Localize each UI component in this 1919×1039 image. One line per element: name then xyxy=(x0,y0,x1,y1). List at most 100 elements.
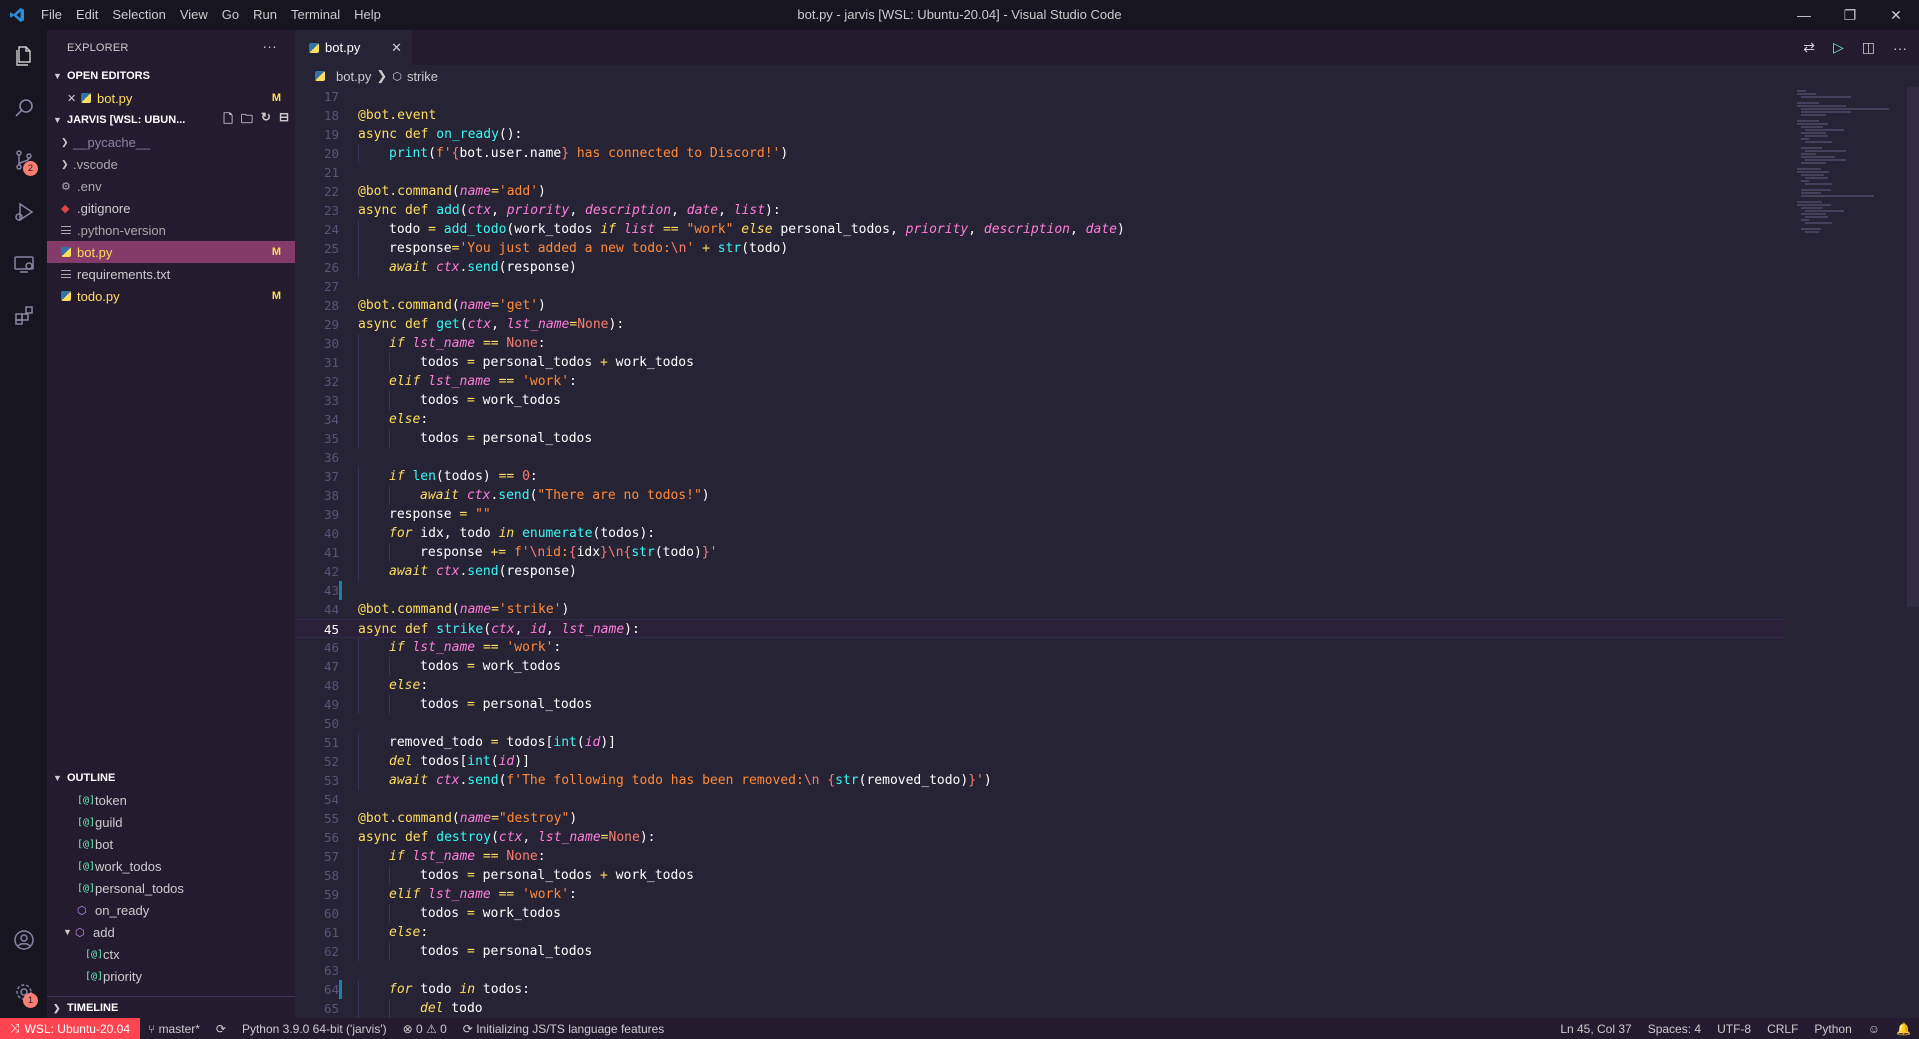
run-debug-icon[interactable] xyxy=(0,186,47,238)
code-line[interactable]: 19 async def on_ready(): xyxy=(295,125,1785,144)
code-line[interactable]: 58 todos = personal_todos + work_todos xyxy=(295,866,1785,885)
code-line[interactable]: 21 xyxy=(295,163,1785,182)
menu-file[interactable]: File xyxy=(34,0,69,30)
code-line[interactable]: 63 xyxy=(295,961,1785,980)
outline-item-bot[interactable]: [@] bot xyxy=(47,833,295,855)
code-line[interactable]: 43 xyxy=(295,581,1785,600)
notifications-icon[interactable]: 🔔 xyxy=(1888,1022,1919,1036)
code-line[interactable]: 47 todos = work_todos xyxy=(295,657,1785,676)
code-line[interactable]: 20 print(f'{bot.user.name} has connected … xyxy=(295,144,1785,163)
code-line[interactable]: 41 response += f'\nid:{idx}\n{str(todo)}' xyxy=(295,543,1785,562)
refresh-icon[interactable]: ↻ xyxy=(261,110,271,131)
code-line[interactable]: 35 todos = personal_todos xyxy=(295,429,1785,448)
code-line[interactable]: 18 @bot.event xyxy=(295,106,1785,125)
close-tab-icon[interactable]: ✕ xyxy=(391,40,402,56)
code-line[interactable]: 53 await ctx.send(f'The following todo ha… xyxy=(295,771,1785,790)
remote-explorer-icon[interactable] xyxy=(0,238,47,290)
outline-item-on-ready[interactable]: ⬡ on_ready xyxy=(47,899,295,921)
tab-bot-py[interactable]: bot.py ✕ xyxy=(295,30,412,65)
sync-icon[interactable]: ⟳ xyxy=(208,1022,234,1036)
code-line[interactable]: 65 del todo xyxy=(295,999,1785,1018)
accounts-icon[interactable] xyxy=(0,914,47,966)
tree-item-vscode[interactable]: ❯ .vscode xyxy=(47,153,295,175)
code-line[interactable]: 36 xyxy=(295,448,1785,467)
tree-item-requirements[interactable]: requirements.txt xyxy=(47,263,295,285)
close-icon[interactable]: ✕ xyxy=(67,92,81,105)
code-line[interactable]: 31 todos = personal_todos + work_todos xyxy=(295,353,1785,372)
code-line[interactable]: 54 xyxy=(295,790,1785,809)
outline-item-work-todos[interactable]: [@] work_todos xyxy=(47,855,295,877)
code-line[interactable]: 40 for idx, todo in enumerate(todos): xyxy=(295,524,1785,543)
menu-terminal[interactable]: Terminal xyxy=(284,0,347,30)
code-line[interactable]: 60 todos = work_todos xyxy=(295,904,1785,923)
code-line[interactable]: 62 todos = personal_todos xyxy=(295,942,1785,961)
outline-item-ctx[interactable]: [@] ctx xyxy=(47,943,295,965)
timeline-section[interactable]: ❯ TIMELINE xyxy=(47,997,295,1019)
feedback-icon[interactable]: ☺ xyxy=(1860,1022,1888,1036)
outline-item-personal-todos[interactable]: [@] personal_todos xyxy=(47,877,295,899)
code-line[interactable]: 46 if lst_name == 'work': xyxy=(295,638,1785,657)
code-line[interactable]: 25 response='You just added a new todo:\n… xyxy=(295,239,1785,258)
explorer-icon[interactable] xyxy=(0,30,47,82)
tree-item-gitignore[interactable]: ◆ .gitignore xyxy=(47,197,295,219)
breadcrumb-file[interactable]: bot.py xyxy=(336,69,371,84)
menu-help[interactable]: Help xyxy=(347,0,388,30)
minimap[interactable] xyxy=(1797,87,1907,237)
code-line[interactable]: 23 async def add(ctx, priority, descripti… xyxy=(295,201,1785,220)
menu-view[interactable]: View xyxy=(173,0,215,30)
tree-item-bot-py[interactable]: bot.py M xyxy=(47,241,295,263)
outline-item-token[interactable]: [@] token xyxy=(47,789,295,811)
outline-item-guild[interactable]: [@] guild xyxy=(47,811,295,833)
menu-edit[interactable]: Edit xyxy=(69,0,105,30)
menu-run[interactable]: Run xyxy=(246,0,284,30)
code-line[interactable]: 42 await ctx.send(response) xyxy=(295,562,1785,581)
code-line[interactable]: 51 removed_todo = todos[int(id)] xyxy=(295,733,1785,752)
minimize-button[interactable]: — xyxy=(1781,0,1827,30)
code-line[interactable]: 57 if lst_name == None: xyxy=(295,847,1785,866)
code-line[interactable]: 44 @bot.command(name='strike') xyxy=(295,600,1785,619)
code-line[interactable]: 56 async def destroy(ctx, lst_name=None): xyxy=(295,828,1785,847)
more-actions-icon[interactable]: ··· xyxy=(1893,40,1907,56)
open-changes-icon[interactable]: ⇄ xyxy=(1803,39,1815,56)
breadcrumb-symbol[interactable]: strike xyxy=(407,69,438,84)
line-ending[interactable]: CRLF xyxy=(1759,1022,1806,1036)
editor-scrollbar[interactable] xyxy=(1907,87,1919,607)
code-line[interactable]: 28 @bot.command(name='get') xyxy=(295,296,1785,315)
new-file-icon[interactable]: 🗋 xyxy=(223,110,233,131)
split-editor-icon[interactable]: ◫ xyxy=(1862,39,1875,56)
open-editor-item[interactable]: ✕ bot.py M xyxy=(47,87,295,109)
git-branch[interactable]: ⑂ master* xyxy=(140,1022,208,1036)
code-line[interactable]: 32 elif lst_name == 'work': xyxy=(295,372,1785,391)
settings-gear-icon[interactable]: 1 xyxy=(0,966,47,1018)
search-icon[interactable] xyxy=(0,82,47,134)
extensions-icon[interactable] xyxy=(0,290,47,342)
menu-go[interactable]: Go xyxy=(215,0,246,30)
code-line[interactable]: 48 else: xyxy=(295,676,1785,695)
tree-item-env[interactable]: ⚙ .env xyxy=(47,175,295,197)
language-mode[interactable]: Python xyxy=(1806,1022,1859,1036)
code-line[interactable]: 26 await ctx.send(response) xyxy=(295,258,1785,277)
code-line[interactable]: 49 todos = personal_todos xyxy=(295,695,1785,714)
code-line[interactable]: 50 xyxy=(295,714,1785,733)
code-line[interactable]: 34 else: xyxy=(295,410,1785,429)
python-interpreter[interactable]: Python 3.9.0 64-bit ('jarvis') xyxy=(234,1022,395,1036)
close-window-button[interactable]: ✕ xyxy=(1873,0,1919,30)
new-folder-icon[interactable]: 🗀 xyxy=(241,110,253,131)
tree-item-pycache[interactable]: ❯ __pycache__ xyxy=(47,131,295,153)
code-line[interactable]: 17 xyxy=(295,87,1785,106)
cursor-position[interactable]: Ln 45, Col 37 xyxy=(1552,1022,1639,1036)
outline-item-priority[interactable]: [@] priority xyxy=(47,965,295,987)
code-line[interactable]: 59 elif lst_name == 'work': xyxy=(295,885,1785,904)
code-line[interactable]: 55 @bot.command(name="destroy") xyxy=(295,809,1785,828)
code-editor[interactable]: 17 18 @bot.event 19 async def on_ready(): 20 p… xyxy=(295,87,1785,1018)
tree-item-todo-py[interactable]: todo.py M xyxy=(47,285,295,307)
tree-item-python-version[interactable]: .python-version xyxy=(47,219,295,241)
outline-section[interactable]: ▼ OUTLINE xyxy=(47,767,295,789)
code-line[interactable]: 39 response = "" xyxy=(295,505,1785,524)
code-line[interactable]: 24 todo = add_todo(work_todos if list == … xyxy=(295,220,1785,239)
remote-indicator[interactable]: ⤨ WSL: Ubuntu-20.04 xyxy=(0,1018,141,1039)
restore-button[interactable]: ❐ xyxy=(1827,0,1873,30)
run-file-icon[interactable]: ▷ xyxy=(1833,39,1844,56)
open-editors-section[interactable]: ▼ OPEN EDITORS xyxy=(47,65,295,87)
code-line[interactable]: 27 xyxy=(295,277,1785,296)
